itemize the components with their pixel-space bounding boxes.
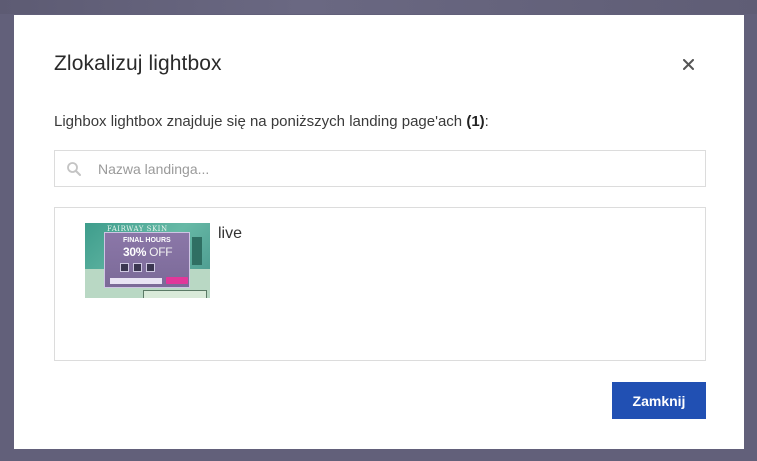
thumbnail-discount: 30% OFF <box>123 245 173 259</box>
locate-lightbox-dialog: Zlokalizuj lightbox Lighbox lightbox zna… <box>14 15 744 449</box>
close-icon[interactable] <box>678 54 698 74</box>
search-icon <box>66 161 82 177</box>
thumbnail-side-panel <box>192 237 202 265</box>
close-button[interactable]: Zamknij <box>612 382 706 419</box>
landing-list: FAIRWAY SKIN FINAL HOURS 30% OFF live <box>54 207 706 361</box>
thumbnail-card <box>143 290 207 298</box>
description-colon: : <box>484 113 489 130</box>
dialog-title: Zlokalizuj lightbox <box>54 52 222 75</box>
landing-name[interactable]: live <box>218 225 242 243</box>
thumbnail-discount-suffix: OFF <box>146 245 173 259</box>
thumbnail-countdown-box <box>120 263 129 272</box>
landing-count: (1) <box>466 113 485 130</box>
thumbnail-countdown-box <box>146 263 155 272</box>
thumbnail-input-bar <box>110 278 162 284</box>
search-input[interactable] <box>98 151 698 186</box>
search-field[interactable] <box>54 150 706 187</box>
list-item[interactable]: FAIRWAY SKIN FINAL HOURS 30% OFF live <box>85 223 385 299</box>
thumbnail-discount-value: 30% <box>123 245 147 259</box>
description-text: Lighbox lightbox znajduje się na poniższ… <box>54 113 463 130</box>
thumbnail-cta <box>166 277 188 284</box>
thumbnail-popup: FINAL HOURS 30% OFF <box>104 232 190 288</box>
dialog-description: Lighbox lightbox znajduje się na poniższ… <box>54 113 489 130</box>
thumbnail-headline: FINAL HOURS <box>123 237 171 244</box>
landing-thumbnail[interactable]: FAIRWAY SKIN FINAL HOURS 30% OFF <box>85 223 210 298</box>
background-page-strip <box>0 0 757 14</box>
thumbnail-countdown-box <box>133 263 142 272</box>
